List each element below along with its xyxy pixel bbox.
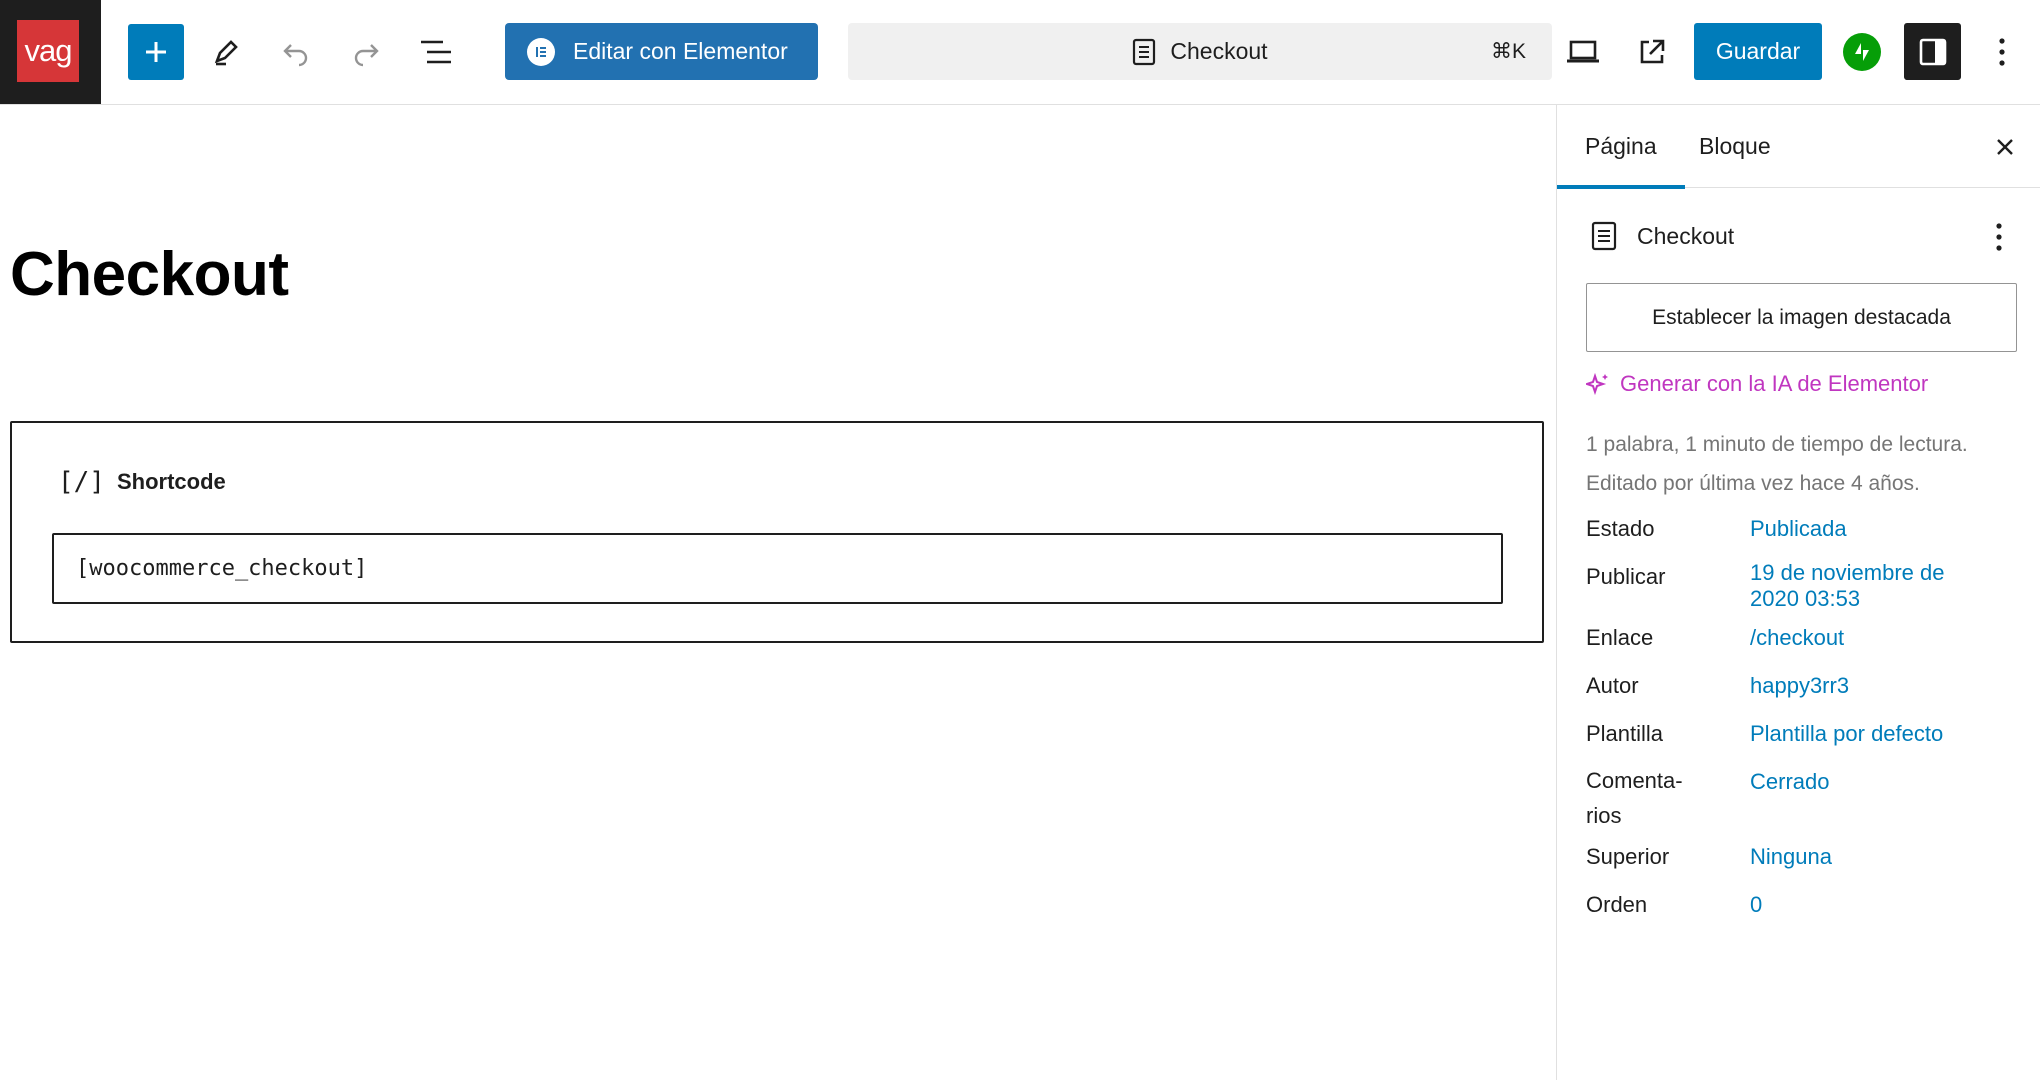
document-title: Checkout xyxy=(1637,222,1735,249)
save-button[interactable]: Guardar xyxy=(1694,23,1822,80)
prop-label-template: Plantilla xyxy=(1586,721,1664,746)
comments-link[interactable]: Cerrado xyxy=(1750,769,1990,795)
list-view-icon xyxy=(421,40,451,64)
shortcode-block-label: [/] Shortcode xyxy=(58,467,226,497)
site-logo: vag xyxy=(17,20,79,82)
last-edited: Editado por última vez hace 4 años. xyxy=(1586,472,1920,495)
tab-page[interactable]: Página xyxy=(1557,105,1685,189)
close-sidebar-button[interactable] xyxy=(1983,125,2027,169)
options-menu-button[interactable] xyxy=(1978,24,2026,80)
post-meta-summary: 1 palabra, 1 minuto de tiempo de lectura… xyxy=(1586,425,2026,503)
order-link[interactable]: 0 xyxy=(1750,892,1990,918)
shortcode-label-text: Shortcode xyxy=(116,469,226,494)
jetpack-button[interactable] xyxy=(1842,24,1882,80)
keyboard-shortcut: ⌘K xyxy=(1490,40,1526,63)
elementor-icon xyxy=(527,37,555,66)
template-link[interactable]: Plantilla por defecto xyxy=(1750,721,1990,747)
reading-time: 1 palabra, 1 minuto de tiempo de lectura… xyxy=(1586,433,1968,456)
editor-canvas[interactable]: Checkout [/] Shortcode [woocommerce_chec… xyxy=(0,105,1556,1080)
editor-header: vag Editar con Elementor Checkout ⌘K Gua… xyxy=(0,0,2040,105)
pencil-icon xyxy=(214,40,238,66)
prop-label-status: Estado xyxy=(1586,516,1655,541)
set-featured-image-button[interactable]: Establecer la imagen destacada xyxy=(1586,283,2017,352)
tools-button[interactable] xyxy=(198,24,254,80)
document-overview-button[interactable] xyxy=(408,24,464,80)
document-card: Checkout xyxy=(1591,221,1734,251)
settings-sidebar-toggle[interactable] xyxy=(1904,23,1961,80)
site-icon-button[interactable]: vag xyxy=(0,0,101,104)
command-bar-title: Checkout xyxy=(1170,38,1268,64)
plus-icon xyxy=(146,42,166,62)
jetpack-icon xyxy=(1843,33,1881,71)
preview-device-button[interactable] xyxy=(1555,24,1611,80)
view-page-button[interactable] xyxy=(1624,24,1680,80)
close-icon xyxy=(1997,139,2013,155)
laptop-icon xyxy=(1567,40,1599,63)
shortcode-icon: [/] xyxy=(58,467,105,497)
redo-icon xyxy=(354,44,379,67)
generate-with-ai-label: Generar con la IA de Elementor xyxy=(1620,371,1929,396)
redo-button[interactable] xyxy=(338,24,394,80)
block-inserter-button[interactable] xyxy=(128,24,184,80)
prop-label-link: Enlace xyxy=(1586,625,1654,650)
shortcode-input[interactable]: [woocommerce_checkout] xyxy=(52,533,1503,604)
sidebar-toggle-icon xyxy=(1919,38,1946,65)
prop-label-comments: Comenta- rios xyxy=(1586,768,1683,828)
tab-block[interactable]: Bloque xyxy=(1671,105,1799,188)
post-title[interactable]: Checkout xyxy=(10,239,289,310)
author-link[interactable]: happy3rr3 xyxy=(1750,673,1990,699)
generate-with-ai-link[interactable]: Generar con la IA de Elementor xyxy=(1586,371,1928,397)
permalink-link[interactable]: /checkout xyxy=(1750,625,1990,651)
document-actions-button[interactable] xyxy=(1984,217,2014,257)
prop-label-author: Autor xyxy=(1586,673,1639,698)
prop-label-order: Orden xyxy=(1586,892,1648,917)
undo-icon xyxy=(283,44,308,67)
prop-label-parent: Superior xyxy=(1586,844,1670,869)
more-vertical-icon xyxy=(1996,223,2002,251)
sidebar-tabs: Página Bloque xyxy=(1557,105,2040,189)
prop-label-publish: Publicar xyxy=(1586,564,1666,589)
page-icon xyxy=(1132,38,1156,66)
parent-link[interactable]: Ninguna xyxy=(1750,844,1990,870)
command-palette-button[interactable]: Checkout ⌘K xyxy=(848,23,1552,80)
page-icon xyxy=(1591,221,1617,251)
more-vertical-icon xyxy=(1999,38,2005,66)
status-link[interactable]: Publicada xyxy=(1750,516,1990,542)
settings-sidebar: Página Bloque Checkout Establecer la ima… xyxy=(1556,105,2040,1080)
shortcode-block[interactable]: [/] Shortcode [woocommerce_checkout] xyxy=(10,421,1544,643)
edit-with-elementor-button[interactable]: Editar con Elementor xyxy=(505,23,818,80)
edit-with-elementor-label: Editar con Elementor xyxy=(573,38,788,64)
external-link-icon xyxy=(1640,39,1665,64)
undo-button[interactable] xyxy=(268,24,324,80)
publish-date-link[interactable]: 19 de noviembre de 2020 03:53 xyxy=(1750,560,1990,612)
ai-sparkle-icon xyxy=(1586,372,1610,396)
